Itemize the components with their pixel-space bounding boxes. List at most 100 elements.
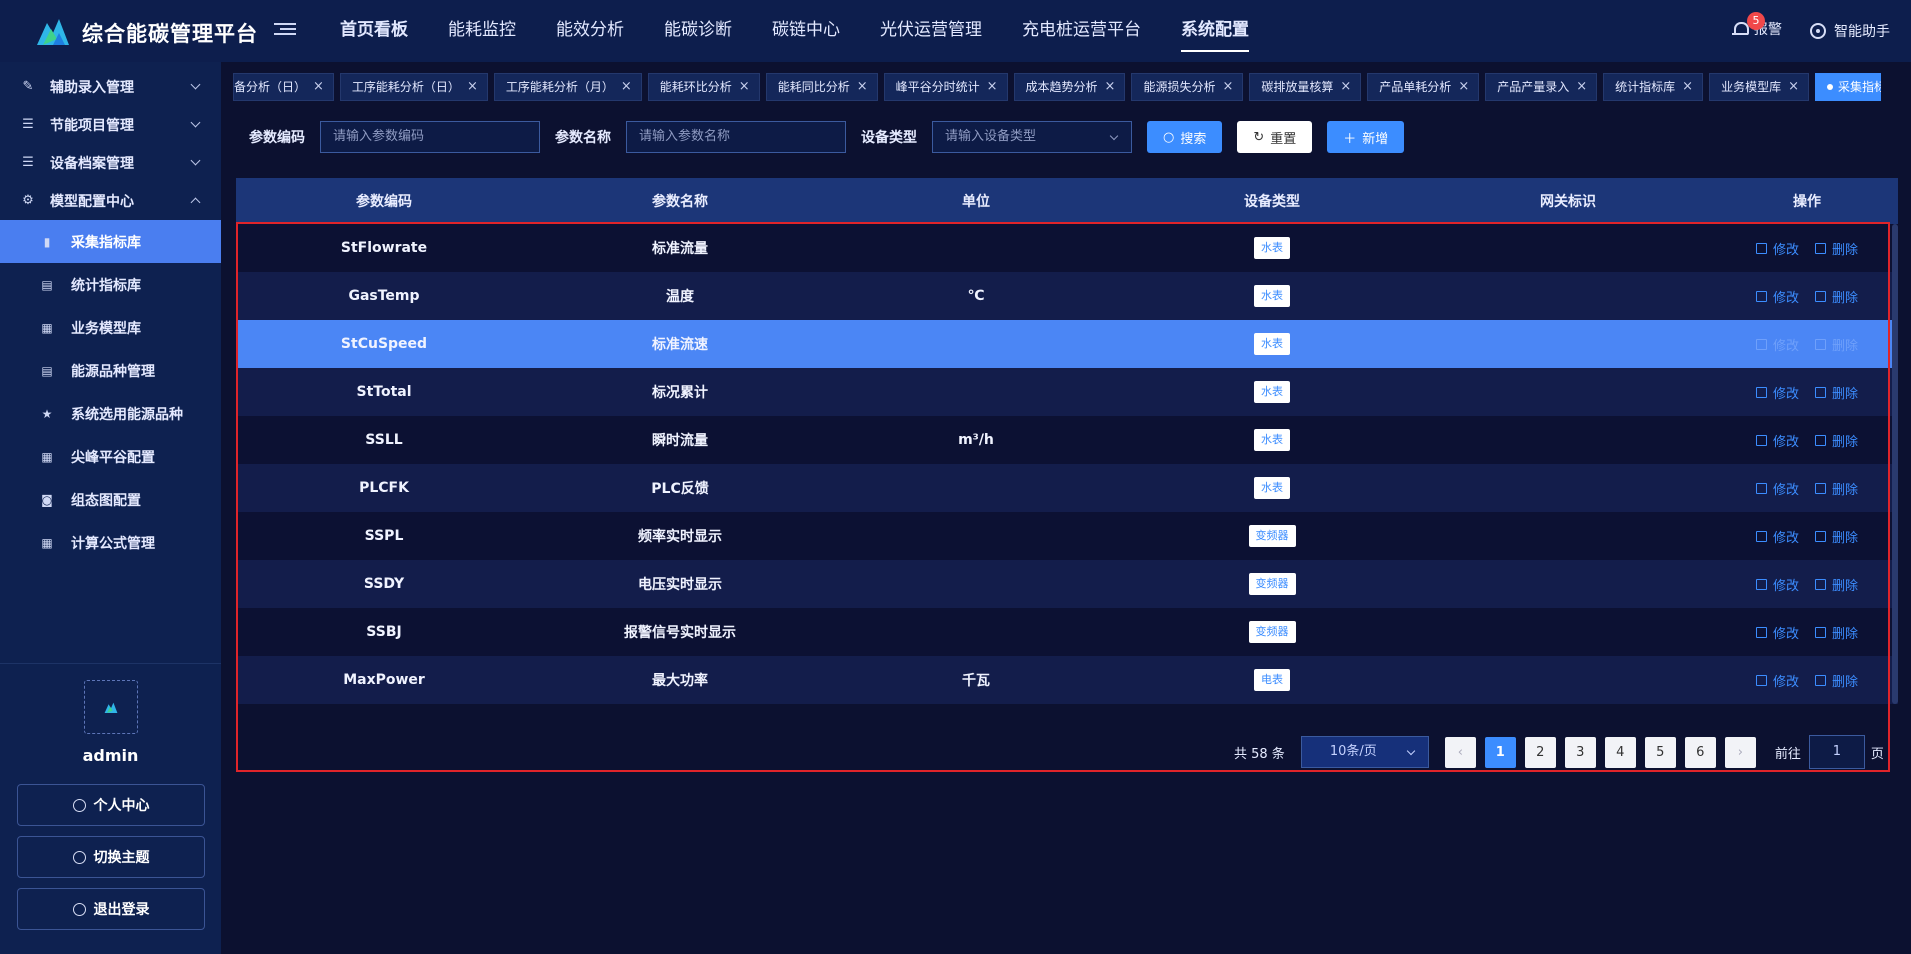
table-scrollbar[interactable] xyxy=(1892,224,1898,704)
page-button[interactable]: 2 xyxy=(1524,736,1556,768)
table-row[interactable]: SSDY 电压实时显示 变频器 修改 删除 xyxy=(236,560,1898,608)
tab-item[interactable]: 产品单耗分析 × xyxy=(1367,73,1480,101)
edit-button[interactable]: 修改 xyxy=(1755,431,1799,450)
delete-button[interactable]: 删除 xyxy=(1815,479,1858,498)
sidebar-item-formulas[interactable]: ▦ 计算公式管理 xyxy=(0,521,221,564)
sidebar-item-selected-energy[interactable]: ★ 系统选用能源品种 xyxy=(0,392,221,435)
delete-button[interactable]: 删除 xyxy=(1815,671,1858,690)
close-icon[interactable]: × xyxy=(1222,74,1233,100)
tab-item[interactable]: 产品产量录入 × xyxy=(1485,73,1598,101)
nav-item-system-config[interactable]: 系统配置 xyxy=(1181,0,1249,62)
tab-item[interactable]: 碳排放量核算 × xyxy=(1249,73,1362,101)
add-button[interactable]: ＋ 新增 xyxy=(1327,121,1405,153)
tab-item[interactable]: 能耗环比分析 × xyxy=(647,73,760,101)
page-button[interactable]: 6 xyxy=(1684,736,1716,768)
delete-button[interactable]: 删除 xyxy=(1815,287,1858,306)
nav-item-carbon-diagnosis[interactable]: 能碳诊断 xyxy=(664,0,732,62)
edit-button[interactable]: 修改 xyxy=(1755,239,1799,258)
nav-item-carbon-chain[interactable]: 碳链中心 xyxy=(772,0,840,62)
prev-page-button[interactable]: ‹ xyxy=(1444,736,1476,768)
delete-button[interactable]: 删除 xyxy=(1815,335,1858,354)
table-row[interactable]: StCuSpeed 标准流速 水表 修改 删除 xyxy=(236,320,1898,368)
profile-button[interactable]: 个人中心 xyxy=(17,784,205,826)
close-icon[interactable]: × xyxy=(1788,74,1799,100)
nav-item-efficiency[interactable]: 能效分析 xyxy=(556,0,624,62)
tab-item[interactable]: 成本趋势分析 × xyxy=(1013,73,1126,101)
delete-button[interactable]: 删除 xyxy=(1815,239,1858,258)
edit-button[interactable]: 修改 xyxy=(1755,623,1799,642)
delete-button[interactable]: 删除 xyxy=(1815,383,1858,402)
sidebar-item-energy-types[interactable]: ▤ 能源品种管理 xyxy=(0,349,221,392)
reset-button[interactable]: ↻ 重置 xyxy=(1237,121,1313,153)
delete-button[interactable]: 删除 xyxy=(1815,575,1858,594)
menu-group-input[interactable]: ✎ 辅助录入管理 xyxy=(0,68,221,106)
close-icon[interactable]: × xyxy=(1340,74,1351,100)
type-select[interactable]: 请输入设备类型 xyxy=(932,121,1132,153)
page-button[interactable]: 1 xyxy=(1484,736,1516,768)
edit-button[interactable]: 修改 xyxy=(1755,671,1799,690)
menu-group-model-config[interactable]: ⚙ 模型配置中心 xyxy=(0,182,221,220)
next-page-button[interactable]: › xyxy=(1724,736,1756,768)
delete-button[interactable]: 删除 xyxy=(1815,527,1858,546)
page-button[interactable]: 4 xyxy=(1604,736,1636,768)
tab-item[interactable]: 业务模型库 × xyxy=(1709,73,1809,101)
menu-collapse-icon[interactable] xyxy=(274,20,298,42)
close-icon[interactable]: × xyxy=(987,74,998,100)
close-icon[interactable]: × xyxy=(1682,74,1693,100)
edit-button[interactable]: 修改 xyxy=(1755,383,1799,402)
close-icon[interactable]: × xyxy=(857,74,868,100)
tab-item[interactable]: 工序能耗分析（月） × xyxy=(493,73,642,101)
logout-button[interactable]: 退出登录 xyxy=(17,888,205,930)
avatar[interactable] xyxy=(84,680,138,734)
close-icon[interactable]: × xyxy=(621,74,632,100)
table-row[interactable]: MaxPower 最大功率 千瓦 电表 修改 删除 xyxy=(236,656,1898,704)
sidebar-item-statistics-metrics[interactable]: ▤ 统计指标库 xyxy=(0,263,221,306)
delete-button[interactable]: 删除 xyxy=(1815,431,1858,450)
page-button[interactable]: 3 xyxy=(1564,736,1596,768)
close-icon[interactable]: × xyxy=(1105,74,1116,100)
nav-item-energy-monitor[interactable]: 能耗监控 xyxy=(448,0,516,62)
page-size-select[interactable]: 10条/页 xyxy=(1300,736,1429,768)
sidebar-item-business-models[interactable]: ▦ 业务模型库 xyxy=(0,306,221,349)
close-icon[interactable]: × xyxy=(1458,74,1469,100)
assistant-button[interactable]: 智能助手 xyxy=(1810,21,1890,41)
sidebar-item-scada-config[interactable]: ◙ 组态图配置 xyxy=(0,478,221,521)
edit-button[interactable]: 修改 xyxy=(1755,335,1799,354)
table-row[interactable]: StTotal 标况累计 水表 修改 删除 xyxy=(236,368,1898,416)
close-icon[interactable]: × xyxy=(739,74,750,100)
edit-button[interactable]: 修改 xyxy=(1755,575,1799,594)
code-input[interactable]: 请输入参数编码 xyxy=(320,121,540,153)
tab-item[interactable]: 能源损失分析 × xyxy=(1131,73,1244,101)
tab-item[interactable]: 采集指标库× xyxy=(1814,73,1881,101)
nav-item-home[interactable]: 首页看板 xyxy=(340,0,408,62)
close-icon[interactable]: × xyxy=(1576,74,1587,100)
table-row[interactable]: SSBJ 报警信号实时显示 变频器 修改 删除 xyxy=(236,608,1898,656)
nav-item-charging[interactable]: 充电桩运营平台 xyxy=(1022,0,1141,62)
menu-group-projects[interactable]: ☰ 节能项目管理 xyxy=(0,106,221,144)
search-button[interactable]: ○ 搜索 xyxy=(1147,121,1223,153)
close-icon[interactable]: × xyxy=(467,74,478,100)
menu-group-devices[interactable]: ☰ 设备档案管理 xyxy=(0,144,221,182)
edit-button[interactable]: 修改 xyxy=(1755,479,1799,498)
switch-theme-button[interactable]: 切换主题 xyxy=(17,836,205,878)
nav-item-pv[interactable]: 光伏运营管理 xyxy=(880,0,982,62)
sidebar-item-peak-valley[interactable]: ▦ 尖峰平谷配置 xyxy=(0,435,221,478)
edit-button[interactable]: 修改 xyxy=(1755,287,1799,306)
table-row[interactable]: PLCFK PLC反馈 水表 修改 删除 xyxy=(236,464,1898,512)
name-input[interactable]: 请输入参数名称 xyxy=(626,121,846,153)
table-row[interactable]: StFlowrate 标准流量 水表 修改 删除 xyxy=(236,224,1898,272)
sidebar-item-collection-metrics[interactable]: ▮ 采集指标库 xyxy=(0,220,221,263)
table-row[interactable]: GasTemp 温度 ℃ 水表 修改 删除 xyxy=(236,272,1898,320)
table-row[interactable]: SSLL 瞬时流量 m³/h 水表 修改 删除 xyxy=(236,416,1898,464)
tab-item[interactable]: 备分析（日） × xyxy=(233,73,334,101)
table-row[interactable]: SSPL 频率实时显示 变频器 修改 删除 xyxy=(236,512,1898,560)
tab-item[interactable]: 峰平谷分时统计 × xyxy=(883,73,1008,101)
close-icon[interactable]: × xyxy=(313,74,324,100)
page-button[interactable]: 5 xyxy=(1644,736,1676,768)
tab-item[interactable]: 工序能耗分析（日） × xyxy=(339,73,488,101)
goto-page-input[interactable]: 1 xyxy=(1808,735,1865,769)
delete-button[interactable]: 删除 xyxy=(1815,623,1858,642)
edit-button[interactable]: 修改 xyxy=(1755,527,1799,546)
tab-item[interactable]: 统计指标库 × xyxy=(1603,73,1704,101)
tab-item[interactable]: 能耗同比分析 × xyxy=(765,73,878,101)
